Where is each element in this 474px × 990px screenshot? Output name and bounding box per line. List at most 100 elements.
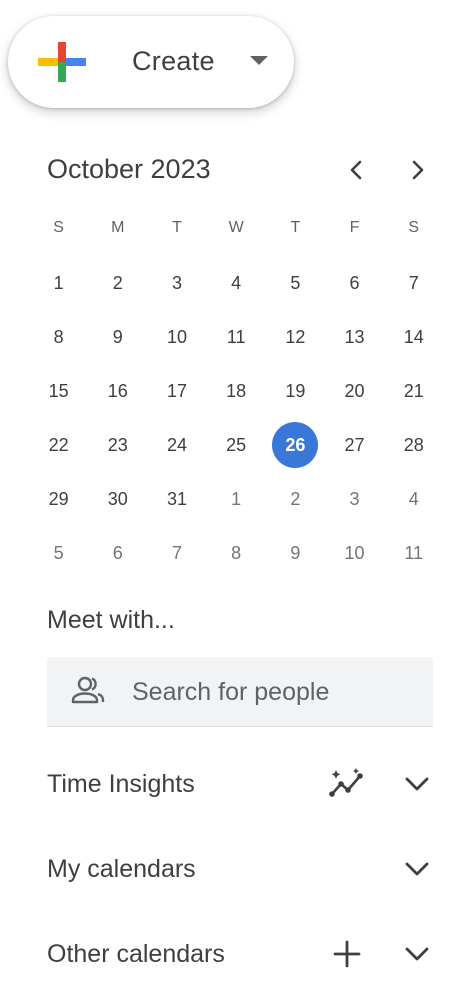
calendar-day-number: 7 — [408, 272, 419, 293]
calendar-day-number: 11 — [226, 326, 246, 347]
calendar-day-number: 3 — [349, 488, 360, 509]
calendar-day[interactable]: 31 — [147, 472, 206, 526]
time-insights-title: Time Insights — [47, 770, 195, 798]
calendar-day-number: 17 — [166, 380, 187, 401]
other-calendars-row[interactable]: Other calendars — [47, 934, 437, 974]
calendar-day-number: 7 — [171, 542, 182, 563]
calendar-day[interactable]: 5 — [266, 256, 325, 310]
search-people-input[interactable]: Search for people — [47, 657, 433, 727]
calendar-day[interactable]: 29 — [29, 472, 88, 526]
calendar-day-number: 15 — [48, 380, 69, 401]
calendar-day-number: 23 — [107, 434, 128, 455]
calendar-day[interactable]: 28 — [384, 418, 443, 472]
calendar-day[interactable]: 17 — [147, 364, 206, 418]
calendar-day-number: 31 — [166, 488, 187, 509]
calendar-day-number: 16 — [107, 380, 128, 401]
calendar-day[interactable]: 22 — [29, 418, 88, 472]
weekday-header: S — [408, 219, 420, 236]
mini-calendar: S M T W T F S 1 2 3 4 5 6 7 8 9 10 11 12 13 14 15 16 17 18 19 20 21… — [29, 200, 443, 580]
calendar-day-number: 19 — [285, 380, 306, 401]
chevron-down-icon[interactable] — [403, 942, 431, 966]
calendar-day-number: 27 — [344, 434, 365, 455]
chevron-right-icon[interactable] — [403, 156, 431, 184]
calendar-day[interactable]: 18 — [207, 364, 266, 418]
calendar-day[interactable]: 7 — [384, 256, 443, 310]
chevron-down-icon[interactable] — [403, 857, 431, 881]
calendar-day[interactable]: 20 — [325, 364, 384, 418]
calendar-day[interactable]: 4 — [207, 256, 266, 310]
calendar-day[interactable]: 3 — [325, 472, 384, 526]
calendar-day-number: 14 — [403, 326, 424, 347]
google-plus-icon — [38, 42, 86, 82]
sparkle-chart-icon — [329, 768, 363, 797]
calendar-day-today[interactable]: 26 — [266, 418, 325, 472]
calendar-day[interactable]: 6 — [325, 256, 384, 310]
weekday-header: T — [290, 219, 301, 236]
calendar-day[interactable]: 1 — [207, 472, 266, 526]
calendar-day[interactable]: 16 — [88, 364, 147, 418]
calendar-day[interactable]: 9 — [266, 526, 325, 580]
weekday-header: W — [228, 219, 244, 236]
calendar-day[interactable]: 13 — [325, 310, 384, 364]
calendar-day[interactable]: 27 — [325, 418, 384, 472]
plus-icon[interactable] — [331, 938, 363, 970]
calendar-day[interactable]: 5 — [29, 526, 88, 580]
calendar-day-number: 12 — [285, 326, 306, 347]
calendar-day-number: 24 — [166, 434, 187, 455]
calendar-day[interactable]: 10 — [147, 310, 206, 364]
calendar-day-number: 29 — [48, 488, 69, 509]
calendar-day-number: 6 — [112, 542, 123, 563]
calendar-day[interactable]: 11 — [207, 310, 266, 364]
search-placeholder: Search for people — [132, 678, 330, 706]
people-icon — [71, 676, 105, 704]
calendar-day[interactable]: 9 — [88, 310, 147, 364]
calendar-day[interactable]: 4 — [384, 472, 443, 526]
calendar-day[interactable]: 8 — [207, 526, 266, 580]
calendar-day[interactable]: 19 — [266, 364, 325, 418]
calendar-day-number: 1 — [231, 488, 242, 509]
calendar-day-number: 5 — [53, 542, 64, 563]
calendar-day[interactable]: 8 — [29, 310, 88, 364]
calendar-day[interactable]: 10 — [325, 526, 384, 580]
time-insights-row[interactable]: Time Insights — [47, 764, 437, 804]
calendar-day-number: 4 — [231, 272, 242, 293]
calendar-day[interactable]: 6 — [88, 526, 147, 580]
month-header: October 2023 — [47, 150, 437, 190]
calendar-day[interactable]: 30 — [88, 472, 147, 526]
weekday-header: M — [111, 219, 125, 236]
calendar-day-number: 10 — [344, 542, 365, 563]
create-button[interactable]: Create — [8, 16, 294, 108]
calendar-day-number: 20 — [344, 380, 365, 401]
calendar-day[interactable]: 3 — [147, 256, 206, 310]
calendar-day[interactable]: 11 — [384, 526, 443, 580]
calendar-day-number: 26 — [272, 422, 319, 468]
calendar-day[interactable]: 21 — [384, 364, 443, 418]
calendar-day[interactable]: 14 — [384, 310, 443, 364]
calendar-day[interactable]: 15 — [29, 364, 88, 418]
calendar-day[interactable]: 25 — [207, 418, 266, 472]
calendar-day-number: 8 — [53, 326, 64, 347]
calendar-day[interactable]: 7 — [147, 526, 206, 580]
calendar-day-number: 9 — [112, 326, 123, 347]
calendar-day[interactable]: 2 — [88, 256, 147, 310]
chevron-down-icon[interactable] — [403, 772, 431, 796]
calendar-day-number: 8 — [231, 542, 242, 563]
weekday-header: F — [349, 219, 360, 236]
calendar-day-number: 5 — [290, 272, 301, 293]
calendar-day-number: 2 — [112, 272, 123, 293]
chevron-left-icon[interactable] — [343, 156, 371, 184]
weekday-header: S — [53, 219, 64, 236]
calendar-day[interactable]: 12 — [266, 310, 325, 364]
calendar-day-number: 11 — [404, 542, 424, 563]
calendar-day-number: 28 — [403, 434, 424, 455]
caret-down-icon[interactable] — [250, 56, 268, 66]
calendar-day[interactable]: 2 — [266, 472, 325, 526]
calendar-day-number: 21 — [403, 380, 424, 401]
calendar-day[interactable]: 1 — [29, 256, 88, 310]
my-calendars-row[interactable]: My calendars — [47, 849, 437, 889]
calendar-day[interactable]: 24 — [147, 418, 206, 472]
calendar-day[interactable]: 23 — [88, 418, 147, 472]
calendar-day-number: 1 — [53, 272, 64, 293]
calendar-day-number: 6 — [349, 272, 360, 293]
create-label: Create — [132, 46, 215, 76]
